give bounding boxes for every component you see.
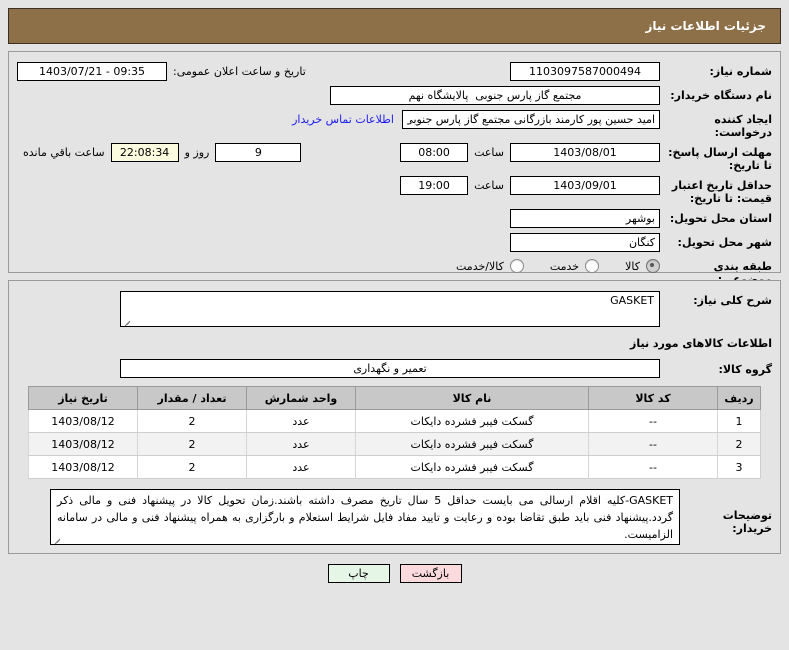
goods-group-value[interactable]: تعمیر و نگهداری: [120, 358, 660, 378]
cell-date: 1403/08/12: [28, 455, 138, 479]
description-label: شرح کلی نیاز:: [693, 294, 772, 307]
price-validity-time-label: ساعت: [474, 179, 504, 192]
col-name: نام کالا: [355, 386, 589, 410]
page-header: جزئیات اطلاعات نیاز: [8, 8, 781, 44]
category-option-service[interactable]: خدمت: [549, 259, 600, 273]
province-input[interactable]: [510, 209, 660, 228]
cell-code: --: [588, 432, 718, 456]
cell-quantity: 2: [137, 432, 247, 456]
cell-unit: عدد: [246, 455, 356, 479]
reply-deadline-label: مهلت ارسال پاسخ: تا تاریخ:: [668, 146, 772, 172]
category-option-goods[interactable]: کالا: [625, 259, 660, 273]
row-city: شهر محل تحویل:: [17, 233, 772, 253]
category-radio-group: کالا خدمت کالا/خدمت: [430, 257, 660, 273]
cell-index: 1: [717, 409, 761, 433]
goods-panel: شرح کلی نیاز: GASKET اطلاعات کالاهای مور…: [8, 280, 781, 554]
category-option-goods-service-label: کالا/خدمت: [456, 259, 504, 273]
cell-quantity: 2: [137, 455, 247, 479]
col-code: کد کالا: [588, 386, 718, 410]
category-option-goods-service[interactable]: کالا/خدمت: [456, 259, 524, 273]
table-row[interactable]: 3 -- گسکت فیبر فشرده دایکات عدد 2 1403/0…: [28, 455, 761, 479]
buyer-notes-value: GASKET-کلیه اقلام ارسالی می بایست حداقل …: [57, 494, 673, 541]
col-index: ردیف: [717, 386, 761, 410]
back-button[interactable]: بازگشت: [399, 564, 462, 583]
reply-deadline-date-input[interactable]: [510, 143, 660, 162]
row-price-validity: حداقل تاریخ اعتبار قیمت: تا تاریخ: ساعت: [17, 176, 772, 205]
row-buyer-notes: توضیحات خریدار: GASKET-کلیه اقلام ارسالی…: [17, 489, 772, 545]
price-validity-date-input[interactable]: [510, 176, 660, 195]
cell-name: گسکت فیبر فشرده دایکات: [355, 432, 589, 456]
row-buyer-org: نام دستگاه خریدار:: [17, 86, 772, 106]
print-button[interactable]: چاپ: [327, 564, 390, 583]
row-goods-group: گروه کالا: تعمیر و نگهداری: [17, 358, 772, 378]
table-row[interactable]: 2 -- گسکت فیبر فشرده دایکات عدد 2 1403/0…: [28, 432, 761, 456]
col-need-date: تاریخ نیاز: [28, 386, 138, 410]
cell-code: --: [588, 455, 718, 479]
reply-deadline-time-input[interactable]: [400, 143, 469, 162]
buyer-notes-label: توضیحات خریدار:: [722, 509, 772, 535]
reply-deadline-time-label: ساعت: [474, 146, 504, 159]
public-announce-label: تاریخ و ساعت اعلان عمومی:: [173, 65, 306, 78]
need-number-label: شماره نیاز:: [709, 65, 772, 78]
city-input[interactable]: [510, 233, 660, 252]
buyer-org-label: نام دستگاه خریدار:: [670, 89, 772, 102]
goods-group-label: گروه کالا:: [718, 363, 772, 376]
goods-section-title: اطلاعات کالاهای مورد نیاز: [630, 337, 772, 350]
row-reply-deadline: مهلت ارسال پاسخ: تا تاریخ: ساعت روز و سا…: [17, 143, 772, 172]
col-unit: واحد شمارش: [246, 386, 356, 410]
resize-grip-icon[interactable]: [53, 534, 62, 544]
buyer-contact-link[interactable]: اطلاعات تماس خریدار: [284, 110, 402, 126]
remaining-days-input[interactable]: [215, 143, 302, 162]
cell-name: گسکت فیبر فشرده دایکات: [355, 409, 589, 433]
city-label: شهر محل تحویل:: [677, 236, 772, 249]
need-info-panel: شماره نیاز: تاریخ و ساعت اعلان عمومی: نا…: [8, 51, 781, 307]
cell-quantity: 2: [137, 409, 247, 433]
goods-table: ردیف کد کالا نام کالا واحد شمارش تعداد /…: [28, 386, 761, 479]
remaining-suffix-label: ساعت باقي مانده: [23, 146, 105, 159]
table-row[interactable]: 1 -- گسکت فیبر فشرده دایکات عدد 2 1403/0…: [28, 409, 761, 433]
row-province: استان محل تحویل:: [17, 209, 772, 229]
description-textarea[interactable]: GASKET: [120, 291, 660, 327]
cell-index: 3: [717, 455, 761, 479]
cell-code: --: [588, 409, 718, 433]
buyer-org-input[interactable]: [330, 86, 660, 105]
resize-grip-icon[interactable]: [123, 316, 132, 326]
creator-input[interactable]: [402, 110, 660, 129]
radio-icon[interactable]: [585, 259, 600, 273]
public-announce-input[interactable]: [17, 62, 167, 81]
cell-index: 2: [717, 432, 761, 456]
category-option-goods-label: کالا: [625, 259, 640, 273]
radio-icon[interactable]: [509, 259, 524, 273]
remaining-days-label: روز و: [184, 146, 210, 159]
price-validity-time-input[interactable]: [400, 176, 469, 195]
need-number-input[interactable]: [510, 62, 660, 81]
remaining-clock-input[interactable]: [110, 143, 179, 162]
buyer-notes-textarea[interactable]: GASKET-کلیه اقلام ارسالی می بایست حداقل …: [50, 489, 680, 545]
province-label: استان محل تحویل:: [669, 212, 772, 225]
page-title: جزئیات اطلاعات نیاز: [645, 19, 766, 33]
cell-date: 1403/08/12: [28, 432, 138, 456]
description-value: GASKET: [610, 294, 654, 307]
creator-label: ایجاد کننده درخواست:: [714, 113, 772, 139]
cell-unit: عدد: [246, 409, 356, 433]
cell-name: گسکت فیبر فشرده دایکات: [355, 455, 589, 479]
row-need-number: شماره نیاز: تاریخ و ساعت اعلان عمومی:: [17, 62, 772, 82]
table-header-row: ردیف کد کالا نام کالا واحد شمارش تعداد /…: [28, 386, 761, 410]
row-creator: ایجاد کننده درخواست: اطلاعات تماس خریدار: [17, 110, 772, 139]
footer-actions: بازگشت چاپ: [0, 564, 789, 583]
col-quantity: تعداد / مقدار: [137, 386, 247, 410]
cell-unit: عدد: [246, 432, 356, 456]
cell-date: 1403/08/12: [28, 409, 138, 433]
row-description: شرح کلی نیاز: GASKET: [17, 291, 772, 327]
radio-selected-icon[interactable]: [646, 259, 660, 273]
price-validity-label: حداقل تاریخ اعتبار قیمت: تا تاریخ:: [671, 179, 772, 205]
category-option-service-label: خدمت: [549, 259, 580, 273]
